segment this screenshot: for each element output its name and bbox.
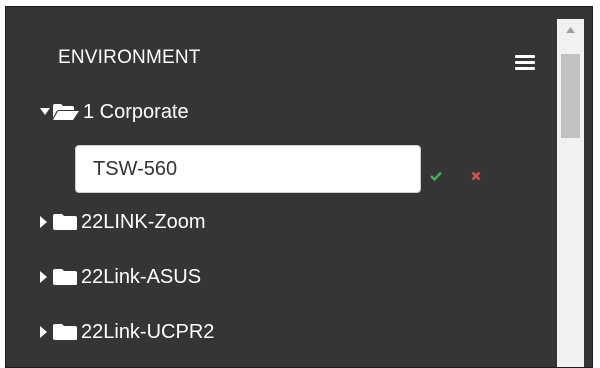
folder-icon <box>52 268 78 286</box>
folder-icon <box>52 213 78 231</box>
caret-right-icon[interactable] <box>40 215 50 229</box>
tree-item-label: 1 Corporate <box>83 100 189 123</box>
check-icon[interactable] <box>430 168 442 182</box>
caret-down-icon[interactable] <box>40 105 50 119</box>
hamburger-menu-icon[interactable] <box>515 55 535 71</box>
tree-item-22link-ucpr2[interactable]: 22Link-UCPR2 <box>40 317 214 347</box>
tree-item-label: 22LINK-Zoom <box>81 210 206 233</box>
caret-right-icon[interactable] <box>40 325 50 339</box>
times-icon[interactable] <box>471 168 481 181</box>
tree-item-22link-zoom[interactable]: 22LINK-Zoom <box>40 207 206 237</box>
tree-item-label: 22Link-UCPR2 <box>81 320 215 343</box>
tree-item-1-corporate[interactable]: 1 Corporate <box>40 97 189 127</box>
folder-open-icon <box>52 103 80 121</box>
rename-input[interactable] <box>75 145 421 193</box>
environment-panel: ENVIRONMENT 1 Corporate 22LINK-Zoom <box>5 6 593 368</box>
tree-item-22link-asus[interactable]: 22Link-ASUS <box>40 262 201 292</box>
caret-right-icon[interactable] <box>40 270 50 284</box>
folder-icon <box>52 323 78 341</box>
scrollbar-thumb[interactable] <box>561 54 580 138</box>
tree-item-label: 22Link-ASUS <box>81 265 202 288</box>
vertical-scrollbar[interactable] <box>557 19 584 367</box>
panel-title: ENVIRONMENT <box>58 47 201 68</box>
scroll-up-arrow-icon[interactable] <box>557 19 584 41</box>
